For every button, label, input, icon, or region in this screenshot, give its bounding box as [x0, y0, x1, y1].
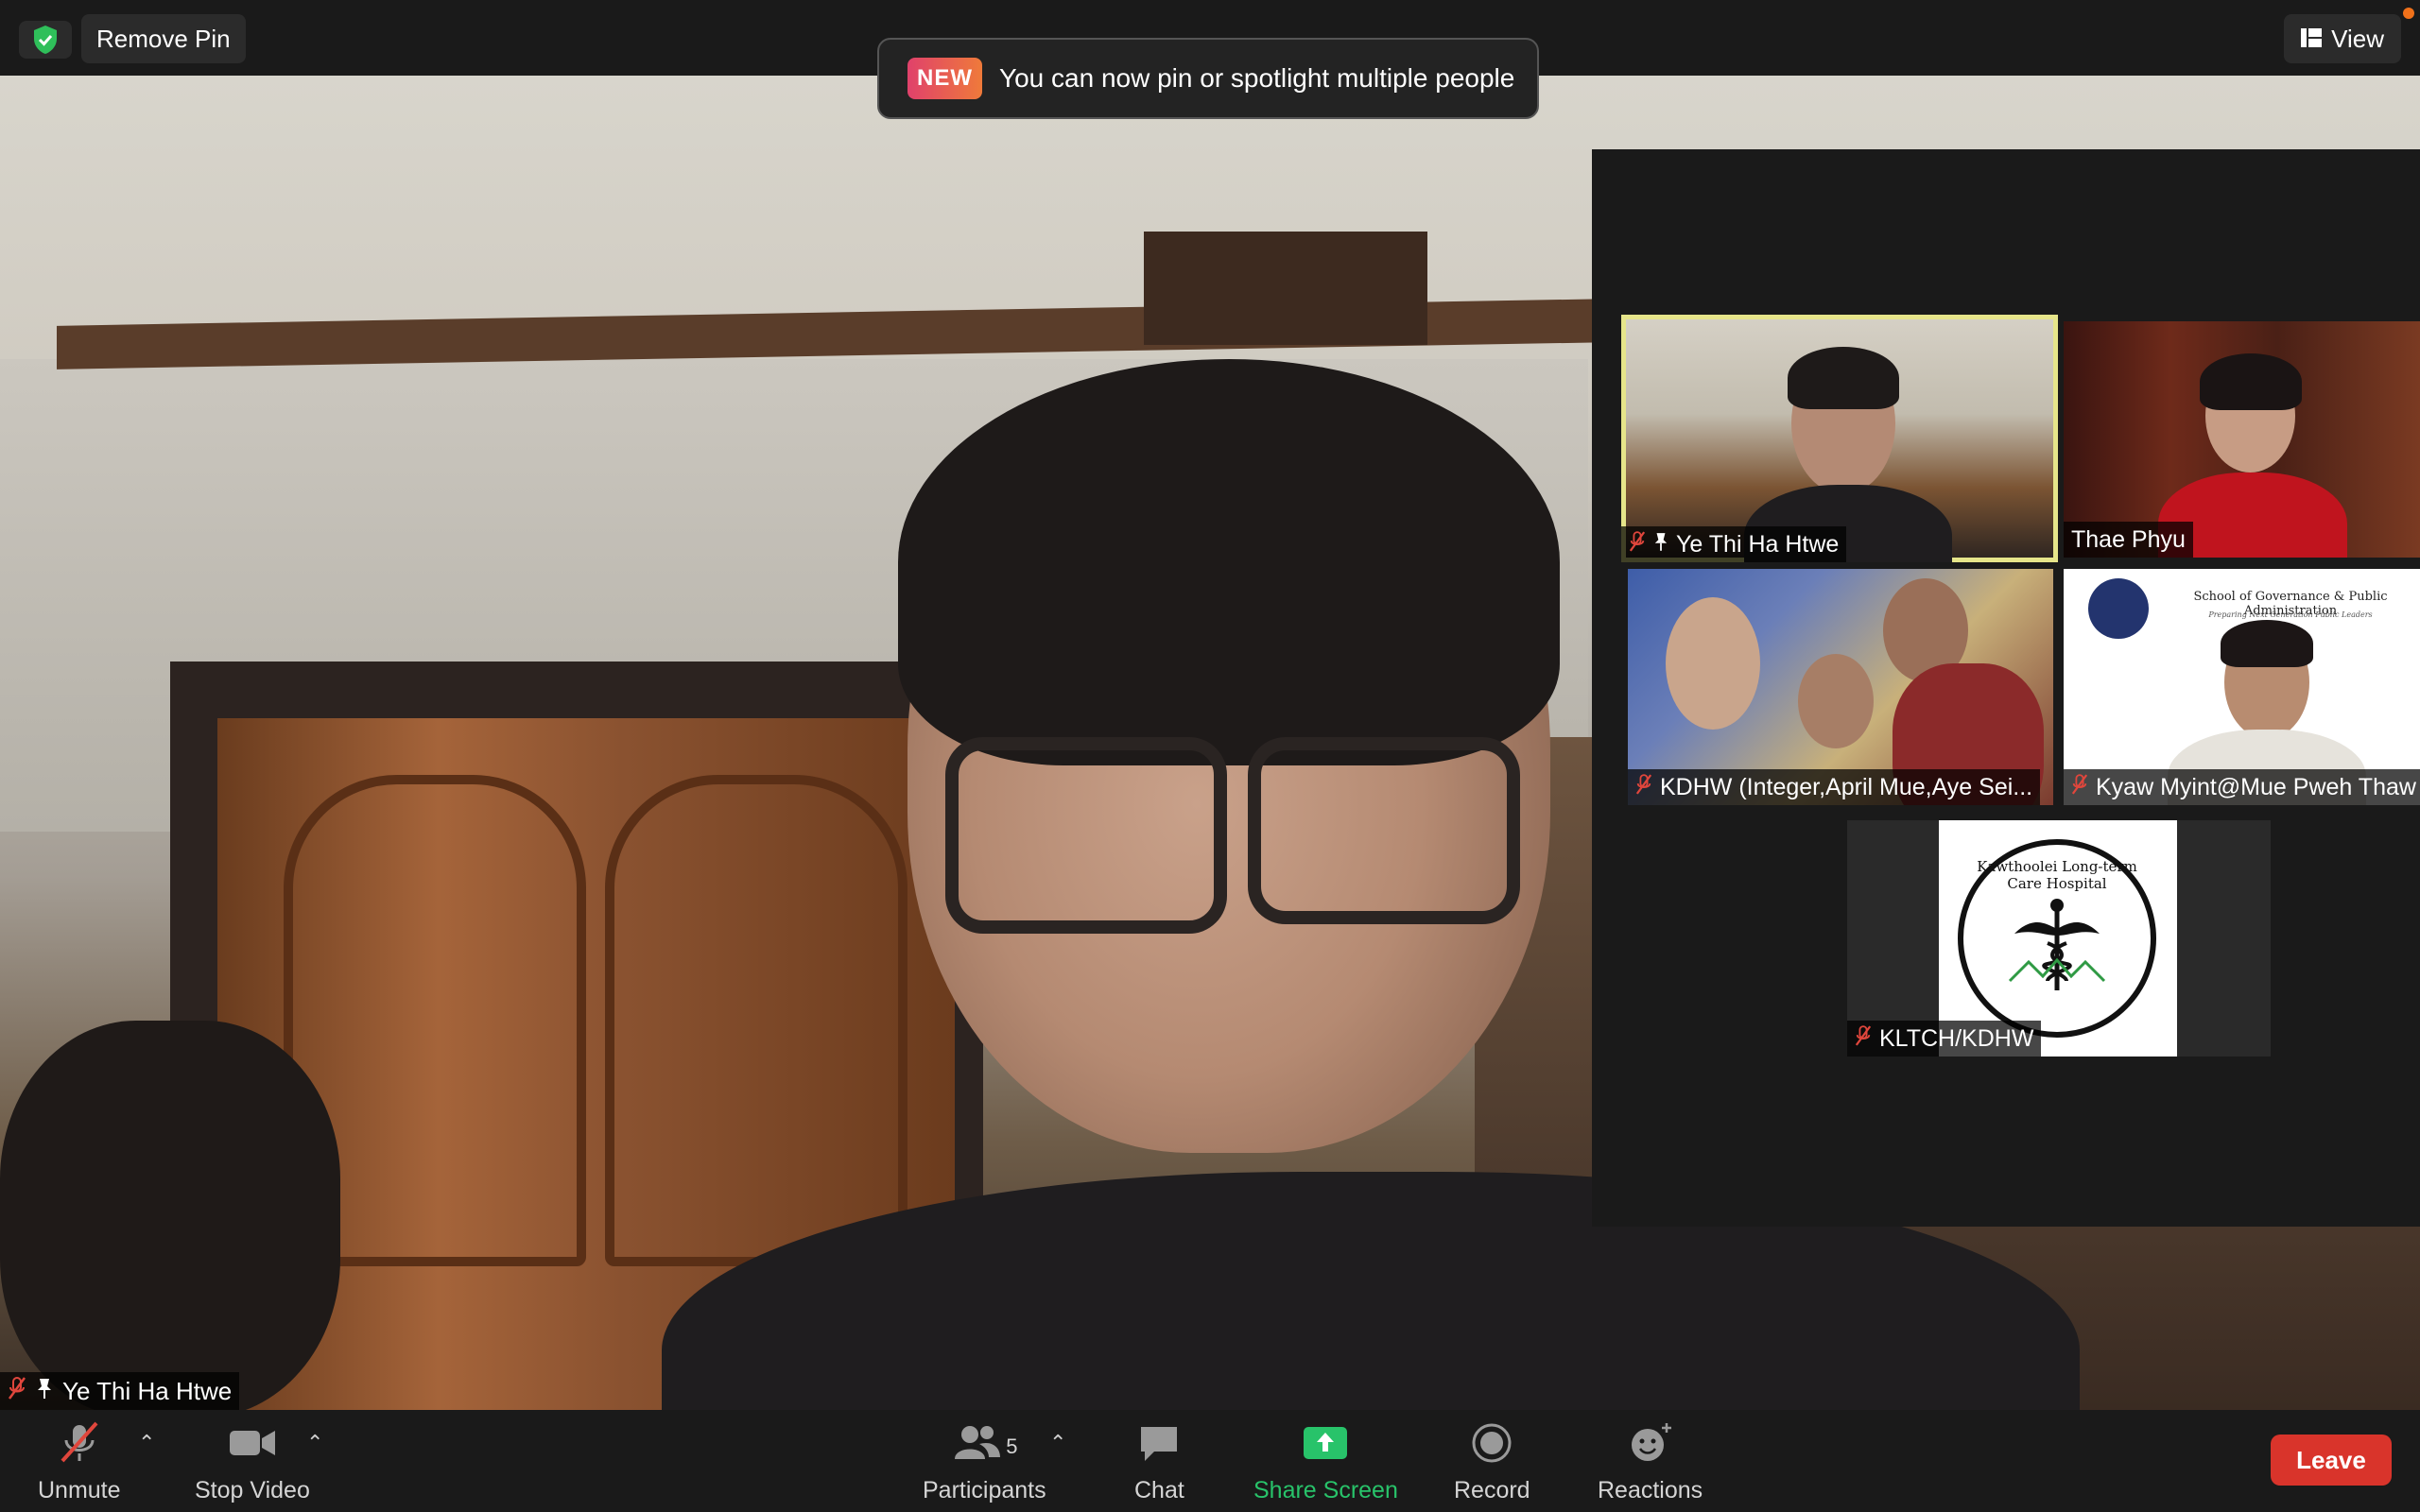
tile-person-face	[1798, 654, 1874, 748]
tile-person-face	[1666, 597, 1760, 730]
share-screen-button[interactable]: Share Screen	[1253, 1421, 1398, 1504]
tile-name-tag: Ye Thi Ha Htwe	[1621, 526, 1847, 562]
remove-pin-label: Remove Pin	[96, 24, 231, 53]
video-person-glasses	[945, 737, 1227, 934]
video-person-hair	[898, 359, 1560, 765]
muted-mic-icon	[1629, 530, 1646, 559]
tile-name-tag: KDHW (Integer,April Mue,Aye Sei...	[1628, 769, 2041, 805]
participants-options-chevron-icon[interactable]: ⌃	[1049, 1431, 1066, 1455]
muted-mic-icon	[8, 1376, 26, 1407]
video-options-chevron-icon[interactable]: ⌃	[306, 1431, 323, 1455]
participants-count: 5	[1006, 1434, 1018, 1458]
chat-bubble-icon	[1137, 1421, 1181, 1471]
tile-name-tag: Kyaw Myint@Mue Pweh Thaw	[2064, 769, 2420, 805]
muted-mic-icon	[57, 1421, 102, 1471]
remove-pin-button[interactable]: Remove Pin	[81, 14, 246, 63]
caduceus-icon	[2008, 899, 2106, 990]
tile-person-hair	[1788, 347, 1899, 409]
stop-video-button[interactable]: Stop Video	[195, 1421, 310, 1504]
tile-participant-name: KLTCH/KDHW	[1879, 1024, 2034, 1052]
reactions-button[interactable]: Reactions	[1598, 1421, 1703, 1504]
audio-options-chevron-icon[interactable]: ⌃	[138, 1431, 155, 1455]
main-video-participant-name: Ye Thi Ha Htwe	[62, 1376, 233, 1405]
stop-video-label: Stop Video	[195, 1477, 310, 1503]
reactions-label: Reactions	[1598, 1477, 1703, 1503]
chat-label: Chat	[1134, 1477, 1184, 1503]
security-shield-icon[interactable]	[19, 21, 72, 59]
tile-person-hair	[2221, 620, 2313, 667]
tile-participant-name: Kyaw Myint@Mue Pweh Thaw	[2096, 773, 2416, 800]
tile-participant-name: Thae Phyu	[2071, 525, 2186, 553]
hospital-logo-text: Kawthoolei Long-term Care Hospital	[1977, 858, 2137, 892]
hospital-logo-circle: Kawthoolei Long-term Care Hospital	[1958, 839, 2156, 1038]
leave-button[interactable]: Leave	[2271, 1435, 2392, 1486]
notification-dot	[2403, 8, 2414, 19]
share-screen-icon	[1302, 1421, 1349, 1471]
participants-button[interactable]: 5 Participants	[923, 1421, 1046, 1504]
video-camera-icon	[228, 1421, 277, 1471]
school-seal-icon	[2088, 578, 2149, 639]
record-icon	[1470, 1421, 1513, 1471]
video-background-door-panel	[605, 775, 908, 1266]
video-background-cabinet	[1144, 232, 1427, 345]
participants-icon-group: 5	[951, 1421, 1017, 1471]
tile-participant-name: KDHW (Integer,April Mue,Aye Sei...	[1660, 773, 2033, 800]
unmute-button[interactable]: Unmute	[38, 1421, 121, 1504]
video-tile-kltch-kdhw[interactable]: Kawthoolei Long-term Care Hospital KLTCH…	[1847, 820, 2271, 1057]
video-tile-kyaw-myint[interactable]: School of Governance & Public Administra…	[2064, 569, 2420, 805]
muted-mic-icon	[2071, 773, 2088, 802]
record-button[interactable]: Record	[1454, 1421, 1530, 1504]
muted-mic-icon	[1635, 773, 1652, 802]
reactions-smiley-icon	[1627, 1421, 1674, 1471]
main-video-name-tag: Ye Thi Ha Htwe	[0, 1372, 240, 1410]
record-label: Record	[1454, 1477, 1530, 1503]
participants-label: Participants	[923, 1477, 1046, 1503]
view-button[interactable]: View	[2284, 14, 2401, 63]
leave-label: Leave	[2296, 1445, 2366, 1474]
tile-name-tag: KLTCH/KDHW	[1847, 1021, 2042, 1057]
gallery-panel: Ye Thi Ha Htwe Thae Phyu KDHW (Integer,A…	[1592, 149, 2420, 1227]
unmute-label: Unmute	[38, 1477, 121, 1503]
toast-text: You can now pin or spotlight multiple pe…	[999, 63, 1515, 93]
video-tile-ye-thi-ha-htwe[interactable]: Ye Thi Ha Htwe	[1621, 315, 2058, 562]
meeting-toolbar: Unmute ⌃ Stop Video ⌃ 5 Participants ⌃ C…	[0, 1410, 2420, 1512]
participants-icon	[951, 1421, 1002, 1471]
muted-mic-icon	[1855, 1024, 1872, 1054]
chat-button[interactable]: Chat	[1134, 1421, 1184, 1504]
tile-participant-name: Ye Thi Ha Htwe	[1676, 530, 1840, 558]
pin-icon	[1653, 531, 1668, 558]
tile-subheader-text: Preparing Next Generation Public Leaders	[2208, 610, 2373, 619]
pin-icon	[36, 1377, 53, 1406]
view-label: View	[2331, 24, 2384, 53]
new-feature-toast[interactable]: NEW You can now pin or spotlight multipl…	[877, 38, 1539, 119]
video-tile-thae-phyu[interactable]: Thae Phyu	[2064, 321, 2420, 558]
gallery-grid-icon	[2301, 25, 2323, 54]
share-screen-label: Share Screen	[1253, 1477, 1398, 1503]
tile-name-tag: Thae Phyu	[2064, 522, 2193, 558]
new-badge: NEW	[908, 58, 982, 99]
video-background-person	[0, 1021, 340, 1410]
video-person-glasses	[1248, 737, 1520, 924]
video-tile-kdhw[interactable]: KDHW (Integer,April Mue,Aye Sei...	[1628, 569, 2053, 805]
tile-person-hair	[2200, 353, 2302, 410]
